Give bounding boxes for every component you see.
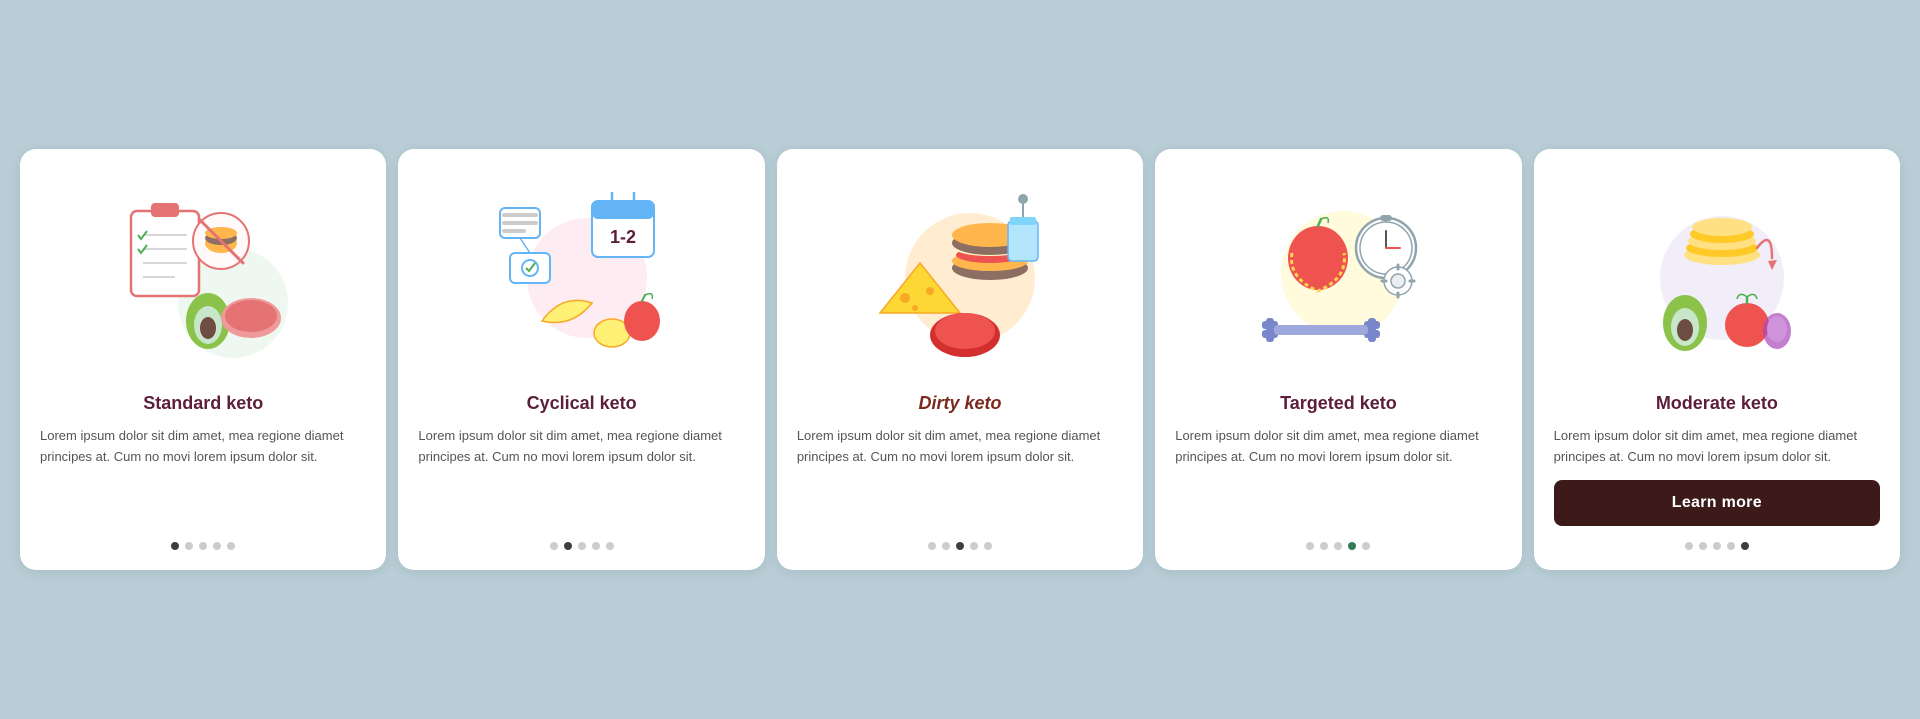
card-body-standard: Lorem ipsum dolor sit dim amet, mea regi… xyxy=(40,426,366,526)
dot-4 xyxy=(970,542,978,550)
dot-2 xyxy=(942,542,950,550)
card-standard-keto: Standard keto Lorem ipsum dolor sit dim … xyxy=(20,149,386,570)
dot-2 xyxy=(185,542,193,550)
dot-5 xyxy=(984,542,992,550)
dot-3 xyxy=(578,542,586,550)
dot-5 xyxy=(1362,542,1370,550)
card-body-targeted: Lorem ipsum dolor sit dim amet, mea regi… xyxy=(1175,426,1501,526)
card-title-standard: Standard keto xyxy=(143,393,263,414)
card-targeted-keto: Targeted keto Lorem ipsum dolor sit dim … xyxy=(1155,149,1521,570)
card-title-cyclical: Cyclical keto xyxy=(527,393,637,414)
dots-targeted xyxy=(1306,542,1370,550)
dot-2 xyxy=(564,542,572,550)
dot-4 xyxy=(592,542,600,550)
dots-moderate xyxy=(1685,542,1749,550)
learn-more-button[interactable]: Learn more xyxy=(1554,480,1880,526)
card-moderate-keto: Moderate keto Lorem ipsum dolor sit dim … xyxy=(1534,149,1900,570)
illustration-dirty-keto xyxy=(860,173,1060,373)
card-title-dirty: Dirty keto xyxy=(919,393,1002,414)
dot-5 xyxy=(1741,542,1749,550)
dots-standard xyxy=(171,542,235,550)
dot-2 xyxy=(1699,542,1707,550)
card-title-moderate: Moderate keto xyxy=(1656,393,1778,414)
cards-container: Standard keto Lorem ipsum dolor sit dim … xyxy=(20,149,1900,570)
dots-dirty xyxy=(928,542,992,550)
dot-1 xyxy=(171,542,179,550)
card-body-cyclical: Lorem ipsum dolor sit dim amet, mea regi… xyxy=(418,426,744,526)
illustration-cyclical-keto: 1-2 xyxy=(482,173,682,373)
dot-3 xyxy=(199,542,207,550)
dot-4 xyxy=(1348,542,1356,550)
dot-1 xyxy=(1685,542,1693,550)
card-cyclical-keto: 1-2 Cyclical xyxy=(398,149,764,570)
dot-1 xyxy=(1306,542,1314,550)
dot-4 xyxy=(1727,542,1735,550)
dots-cyclical xyxy=(550,542,614,550)
card-title-targeted: Targeted keto xyxy=(1280,393,1397,414)
card-dirty-keto: Dirty keto Lorem ipsum dolor sit dim ame… xyxy=(777,149,1143,570)
dot-4 xyxy=(213,542,221,550)
card-body-dirty: Lorem ipsum dolor sit dim amet, mea regi… xyxy=(797,426,1123,526)
illustration-moderate-keto xyxy=(1617,173,1817,373)
dot-3 xyxy=(1334,542,1342,550)
dot-3 xyxy=(956,542,964,550)
dot-5 xyxy=(227,542,235,550)
illustration-standard-keto xyxy=(103,173,303,373)
dot-5 xyxy=(606,542,614,550)
dot-1 xyxy=(928,542,936,550)
svg-text:1-2: 1-2 xyxy=(610,227,636,247)
illustration-targeted-keto xyxy=(1238,173,1438,373)
dot-2 xyxy=(1320,542,1328,550)
dot-3 xyxy=(1713,542,1721,550)
card-body-moderate: Lorem ipsum dolor sit dim amet, mea regi… xyxy=(1554,426,1880,468)
dot-1 xyxy=(550,542,558,550)
